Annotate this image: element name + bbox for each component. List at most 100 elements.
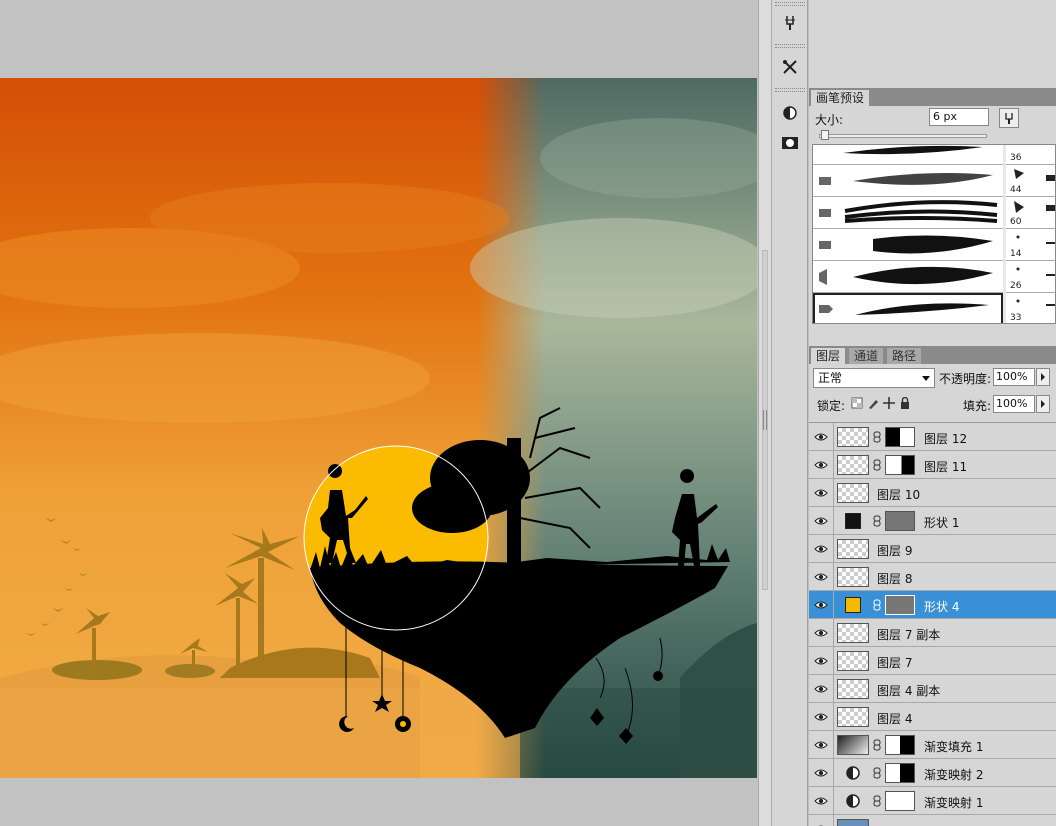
layer-thumbnail[interactable]	[837, 455, 869, 475]
layer-thumbnail[interactable]	[837, 623, 869, 643]
layer-row[interactable]: 渐变映射 1	[809, 787, 1056, 815]
link-icon[interactable]	[873, 515, 881, 527]
eye-icon[interactable]	[811, 707, 831, 727]
eye-icon[interactable]	[811, 483, 831, 503]
gradient-fill-thumbnail[interactable]	[837, 735, 869, 755]
brush-preset-row[interactable]	[813, 197, 1003, 229]
layer-row-selected[interactable]: 形状 4	[809, 591, 1056, 619]
brush-thumb[interactable]: 36	[1006, 145, 1055, 165]
layer-row[interactable]: 图层 7 副本	[809, 619, 1056, 647]
layer-row[interactable]: 图层 9	[809, 535, 1056, 563]
brush-thumb[interactable]: 26	[1006, 261, 1055, 293]
layer-name[interactable]: 渐变映射 1	[924, 794, 983, 811]
document-canvas-area[interactable]	[0, 0, 758, 826]
layer-mask-thumbnail[interactable]	[885, 735, 915, 755]
layer-thumbnail[interactable]	[837, 427, 869, 447]
layer-name[interactable]: 图层 4	[877, 710, 912, 727]
layer-name[interactable]: 图层 7 副本	[877, 626, 940, 643]
artwork-image[interactable]	[0, 78, 757, 778]
layer-row[interactable]: 图层 10	[809, 479, 1056, 507]
layer-name[interactable]: 图层 12	[924, 430, 967, 447]
eye-icon[interactable]	[811, 567, 831, 587]
eye-icon[interactable]	[811, 819, 831, 826]
tab-channels[interactable]: 通道	[849, 348, 884, 364]
layer-thumbnail[interactable]	[837, 651, 869, 671]
layer-row[interactable]: 图层 12	[809, 423, 1056, 451]
reset-size-button[interactable]	[999, 108, 1019, 128]
eye-icon[interactable]	[811, 679, 831, 699]
lock-pixels-icon[interactable]	[867, 397, 879, 409]
lock-all-icon[interactable]	[899, 397, 911, 409]
layer-thumbnail[interactable]	[837, 707, 869, 727]
link-icon[interactable]	[873, 459, 881, 471]
layer-row[interactable]: 图层 4 副本	[809, 675, 1056, 703]
layer-name[interactable]: 图层 8	[877, 570, 912, 587]
layer-thumbnail[interactable]	[837, 567, 869, 587]
layer-name[interactable]: 图层 10	[877, 486, 920, 503]
layer-thumbnail[interactable]	[837, 819, 869, 826]
brush-preset-row[interactable]	[813, 261, 1003, 293]
layer-name[interactable]: 图层 9	[877, 542, 912, 559]
vector-mask-thumbnail[interactable]	[885, 511, 915, 531]
layer-thumbnail[interactable]	[837, 539, 869, 559]
link-icon[interactable]	[873, 431, 881, 443]
layer-thumbnail[interactable]	[837, 679, 869, 699]
brush-thumb[interactable]: 60	[1006, 197, 1055, 229]
brush-preset-list[interactable]: 36 44 60 14 26 33	[812, 144, 1056, 324]
eye-icon[interactable]	[811, 651, 831, 671]
brush-size-slider-thumb[interactable]	[821, 130, 829, 140]
adjustment-layer-icon[interactable]	[845, 793, 861, 809]
eye-icon[interactable]	[811, 595, 831, 615]
layer-name[interactable]: 渐变映射 2	[924, 766, 983, 783]
layer-row[interactable]: 渐变填充 1	[809, 731, 1056, 759]
brush-thumb[interactable]: 33	[1006, 293, 1055, 323]
layer-row[interactable]: 图层 11	[809, 451, 1056, 479]
shape-fill-swatch[interactable]	[845, 597, 861, 613]
layer-row[interactable]: 形状 1	[809, 507, 1056, 535]
layer-mask-thumbnail[interactable]	[885, 455, 915, 475]
tab-paths[interactable]: 路径	[887, 348, 922, 364]
divider-grip[interactable]	[763, 410, 767, 430]
blend-mode-select[interactable]: 正常	[813, 368, 935, 388]
lock-transparency-icon[interactable]	[851, 397, 863, 409]
eye-icon[interactable]	[811, 735, 831, 755]
layer-name[interactable]: 渐变填充 1	[924, 738, 983, 755]
brush-preset-row[interactable]	[813, 165, 1003, 197]
clone-source-icon[interactable]	[776, 10, 804, 36]
layer-row[interactable]: 图层 8	[809, 563, 1056, 591]
layer-name[interactable]: 图层 11	[924, 458, 967, 475]
layer-row[interactable]: 图层 7	[809, 647, 1056, 675]
brush-size-input[interactable]: 6 px	[929, 108, 989, 126]
layer-name[interactable]: 形状 4	[924, 598, 959, 615]
lock-position-icon[interactable]	[883, 397, 895, 409]
shape-fill-swatch[interactable]	[845, 513, 861, 529]
adjustments-icon[interactable]	[776, 100, 804, 126]
eye-icon[interactable]	[811, 455, 831, 475]
link-icon[interactable]	[873, 739, 881, 751]
eye-icon[interactable]	[811, 763, 831, 783]
eye-icon[interactable]	[811, 791, 831, 811]
brush-preset-row[interactable]	[813, 229, 1003, 261]
layer-list[interactable]: 图层 12 图层 11 图层 10 形状 1 图层 9 图层 8 形状 4 图层…	[809, 422, 1056, 826]
tool-presets-icon[interactable]	[776, 54, 804, 80]
masks-icon[interactable]	[776, 130, 804, 156]
link-icon[interactable]	[873, 767, 881, 779]
brush-preset-row[interactable]	[813, 145, 1003, 165]
layer-mask-thumbnail[interactable]	[885, 427, 915, 447]
link-icon[interactable]	[873, 599, 881, 611]
panel-divider[interactable]	[758, 0, 772, 826]
tab-layers[interactable]: 图层	[811, 348, 846, 364]
brush-thumb[interactable]: 14	[1006, 229, 1055, 261]
brush-thumb[interactable]: 44	[1006, 165, 1055, 197]
opacity-input[interactable]: 100%	[993, 368, 1035, 386]
eye-icon[interactable]	[811, 427, 831, 447]
vector-mask-thumbnail[interactable]	[885, 595, 915, 615]
layer-mask-thumbnail[interactable]	[885, 791, 915, 811]
layer-mask-thumbnail[interactable]	[885, 763, 915, 783]
fill-dropdown-button[interactable]	[1036, 395, 1050, 413]
fill-input[interactable]: 100%	[993, 395, 1035, 413]
layer-name[interactable]: 图层 7	[877, 654, 912, 671]
brush-preset-row-selected[interactable]	[813, 293, 1003, 323]
opacity-dropdown-button[interactable]	[1036, 368, 1050, 386]
layer-row[interactable]: 图层 4	[809, 703, 1056, 731]
